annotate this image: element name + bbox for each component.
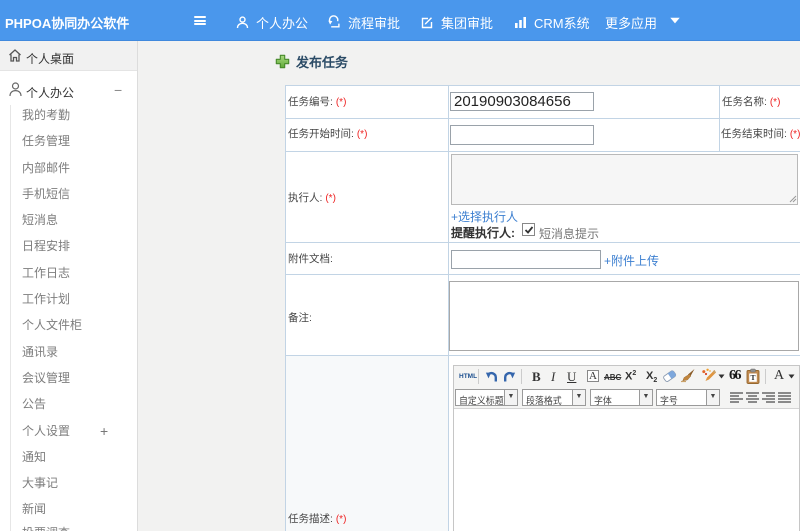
svg-text:T: T (750, 373, 755, 382)
